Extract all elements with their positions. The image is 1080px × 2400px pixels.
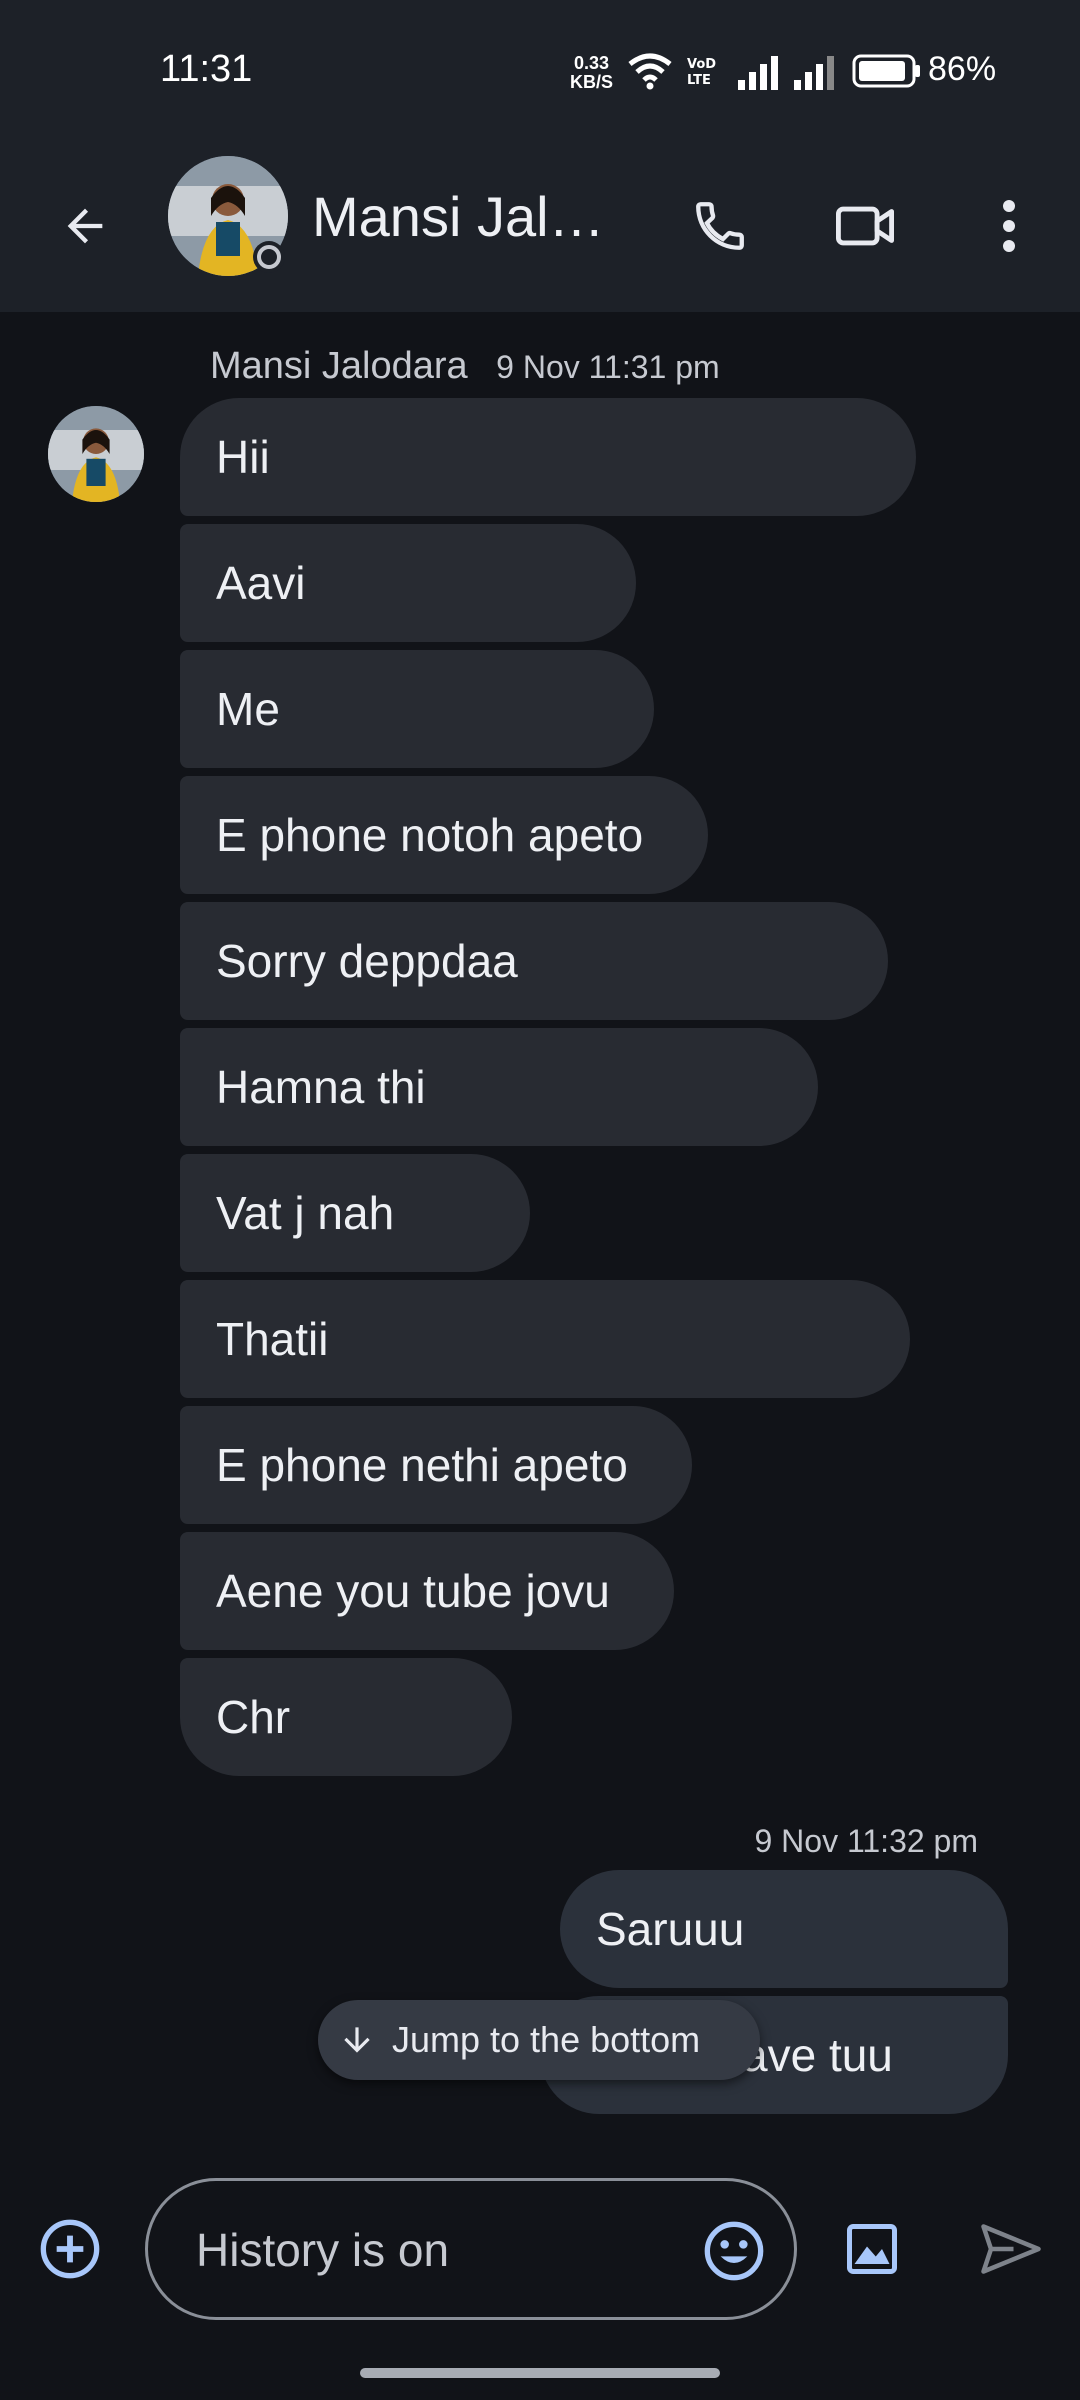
message-text: Hii: [216, 431, 270, 483]
sender-avatar[interactable]: [48, 406, 144, 502]
incoming-message-bubble[interactable]: Aene you tube jovu: [180, 1532, 674, 1650]
incoming-message-bubble[interactable]: Vat j nah: [180, 1154, 530, 1272]
outgoing-message-bubble[interactable]: Saruuu: [560, 1870, 1008, 1988]
battery-percent: 86%: [928, 50, 997, 88]
incoming-message-bubble[interactable]: Aavi: [180, 524, 636, 642]
add-attachment-button[interactable]: [30, 2206, 110, 2292]
svg-text:VoD: VoD: [687, 57, 716, 72]
message-text: E phone nethi apeto: [216, 1439, 628, 1491]
message-composer: [145, 2178, 797, 2320]
signal-icon-sim2: [794, 56, 834, 90]
incoming-message-bubble[interactable]: Hii: [180, 398, 916, 516]
message-text: Vat j nah: [216, 1187, 395, 1239]
status-time: 11:31: [160, 48, 253, 90]
video-camera-icon: [836, 206, 894, 246]
battery-icon: [852, 54, 920, 88]
message-text: Sorry deppdaa: [216, 935, 518, 987]
incoming-message-bubble[interactable]: Hamna thi: [180, 1028, 818, 1146]
message-text: ave tuu: [742, 2029, 893, 2081]
image-icon: [847, 2224, 897, 2274]
incoming-message-meta: Mansi Jalodara 9 Nov 11:31 pm: [210, 345, 720, 388]
message-text: Chr: [216, 1691, 291, 1743]
message-text: E phone notoh apeto: [216, 809, 644, 861]
emoji-button[interactable]: [694, 2211, 774, 2291]
incoming-message-bubble[interactable]: Sorry deppdaa: [180, 902, 888, 1020]
video-call-button[interactable]: [822, 186, 908, 266]
gallery-button[interactable]: [832, 2206, 912, 2292]
outgoing-timestamp: 9 Nov 11:32 pm: [754, 1823, 978, 1859]
message-text: Hamna thi: [216, 1061, 426, 1113]
message-text: Thatii: [216, 1313, 329, 1365]
network-speed: 0.33 KB/S: [570, 54, 613, 92]
more-options-button[interactable]: [970, 186, 1048, 266]
conversation-header: Mansi Jalodara: [0, 140, 1080, 312]
message-input[interactable]: [194, 2211, 678, 2289]
add-circle-icon: [40, 2219, 100, 2279]
jump-to-bottom-label: Jump to the bottom: [392, 2019, 701, 2060]
offline-status-icon: [253, 241, 285, 273]
network-speed-value: 0.33: [573, 53, 610, 73]
volte-icon: VoD LTE: [687, 57, 716, 88]
message-text: Me: [216, 683, 280, 735]
incoming-message-bubble[interactable]: Chr: [180, 1658, 512, 1776]
message-timestamp: 9 Nov 11:31 pm: [496, 349, 720, 385]
message-text: Aene you tube jovu: [216, 1565, 610, 1617]
network-speed-unit: KB/S: [570, 72, 614, 92]
jump-to-bottom-button[interactable]: Jump to the bottom: [318, 2000, 760, 2080]
sender-name: Mansi Jalodara: [210, 345, 468, 387]
incoming-message-bubble[interactable]: Thatii: [180, 1280, 910, 1398]
incoming-message-bubble[interactable]: E phone nethi apeto: [180, 1406, 692, 1524]
svg-text:LTE: LTE: [687, 73, 711, 88]
message-text: Saruuu: [596, 1903, 745, 1955]
home-indicator[interactable]: [360, 2368, 720, 2378]
emoji-icon: [704, 2221, 764, 2281]
call-button[interactable]: [680, 186, 760, 266]
more-vert-icon: [1003, 200, 1015, 252]
phone-icon: [696, 202, 744, 250]
message-text: Aavi: [216, 557, 306, 609]
arrow-down-icon: [344, 2027, 370, 2053]
send-button[interactable]: [966, 2206, 1056, 2292]
signal-icon-sim1: [738, 56, 778, 90]
wifi-icon: [628, 53, 672, 90]
back-button[interactable]: [40, 186, 130, 266]
send-icon: [981, 2224, 1041, 2274]
status-bar: 11:31 0.33 KB/S VoD LTE 86%: [0, 0, 1080, 140]
incoming-message-bubble[interactable]: Me: [180, 650, 654, 768]
contact-name[interactable]: Mansi Jalodara: [312, 184, 632, 249]
arrow-back-icon: [67, 208, 103, 244]
incoming-message-bubble[interactable]: E phone notoh apeto: [180, 776, 708, 894]
